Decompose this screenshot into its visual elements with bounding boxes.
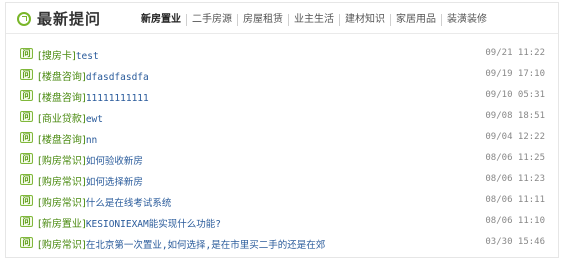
question-date: 09/04 12:22 <box>485 132 545 142</box>
question-date: 09/08 18:51 <box>485 111 545 121</box>
list-item: 问 [楼盘咨询]nn 09/04 12:22 <box>20 129 545 150</box>
question-link[interactable]: [购房常识]如何选择新房 <box>38 173 143 188</box>
question-link[interactable]: [购房常识]在北京第一次置业,如何选择,是在市里买二手的还是在郊 <box>38 236 325 251</box>
question-icon: 问 <box>20 48 33 59</box>
list-item: 问 [购房常识]如何验收新房 08/06 11:25 <box>20 150 545 171</box>
list-item: 问 [楼盘咨询]11111111111 09/10 05:31 <box>20 87 545 108</box>
question-icon: 问 <box>20 111 33 122</box>
question-date: 08/06 11:10 <box>485 216 545 226</box>
question-link[interactable]: [购房常识]如何验收新房 <box>38 152 143 167</box>
tab-new-homes[interactable]: 新房置业 <box>136 14 186 26</box>
question-date: 08/06 11:25 <box>485 153 545 163</box>
list-item: 问 [购房常识]什么是在线考试系统 08/06 11:11 <box>20 192 545 213</box>
tab-home-goods[interactable]: 家居用品 <box>390 14 441 26</box>
list-item: 问 [购房常识]如何选择新房 08/06 11:23 <box>20 171 545 192</box>
list-item: 问 [商业贷款]ewt 09/08 18:51 <box>20 108 545 129</box>
question-link[interactable]: [新房置业]KESIONIEXAM能实现什么功能? <box>38 215 221 230</box>
list-item: 问 [新房置业]KESIONIEXAM能实现什么功能? 08/06 11:10 <box>20 213 545 234</box>
question-date: 09/19 17:10 <box>485 69 545 79</box>
panel-header: 最新提问 新房置业 二手房源 房屋租赁 业主生活 建材知识 家居用品 装潢装修 <box>6 3 558 34</box>
tab-building-materials[interactable]: 建材知识 <box>339 14 390 26</box>
question-mark-icon <box>17 12 31 26</box>
question-icon: 问 <box>20 174 33 185</box>
tab-second-hand[interactable]: 二手房源 <box>186 14 237 26</box>
tab-rental[interactable]: 房屋租赁 <box>237 14 288 26</box>
question-icon: 问 <box>20 237 33 248</box>
question-link[interactable]: [楼盘咨询]dfasdfasdfa <box>38 68 149 83</box>
tab-decoration[interactable]: 装潢装修 <box>441 14 492 26</box>
question-icon: 问 <box>20 90 33 101</box>
question-icon: 问 <box>20 216 33 227</box>
question-list: 问 [搜房卡]test 09/21 11:22 问 [楼盘咨询]dfasdfas… <box>20 45 545 255</box>
question-date: 09/10 05:31 <box>485 90 545 100</box>
question-date: 08/06 11:23 <box>485 174 545 184</box>
question-link[interactable]: [楼盘咨询]11111111111 <box>38 89 149 104</box>
question-icon: 问 <box>20 132 33 143</box>
question-link[interactable]: [购房常识]什么是在线考试系统 <box>38 194 171 209</box>
tab-owner-life[interactable]: 业主生活 <box>288 14 339 26</box>
question-icon: 问 <box>20 69 33 80</box>
question-date: 03/30 15:46 <box>485 237 545 247</box>
question-link[interactable]: [楼盘咨询]nn <box>38 131 97 146</box>
question-link[interactable]: [商业贷款]ewt <box>38 110 103 125</box>
question-link[interactable]: [搜房卡]test <box>38 47 99 62</box>
question-date: 08/06 11:11 <box>485 195 545 205</box>
list-item: 问 [楼盘咨询]dfasdfasdfa 09/19 17:10 <box>20 66 545 87</box>
question-icon: 问 <box>20 195 33 206</box>
panel-title: 最新提问 <box>37 10 102 28</box>
list-item: 问 [搜房卡]test 09/21 11:22 <box>20 45 545 66</box>
list-item: 问 [购房常识]在北京第一次置业,如何选择,是在市里买二手的还是在郊 03/30… <box>20 234 545 255</box>
question-icon: 问 <box>20 153 33 164</box>
category-tabs: 新房置业 二手房源 房屋租赁 业主生活 建材知识 家居用品 装潢装修 <box>136 13 492 27</box>
latest-questions-panel: 最新提问 新房置业 二手房源 房屋租赁 业主生活 建材知识 家居用品 装潢装修 … <box>5 2 559 258</box>
question-date: 09/21 11:22 <box>485 48 545 58</box>
